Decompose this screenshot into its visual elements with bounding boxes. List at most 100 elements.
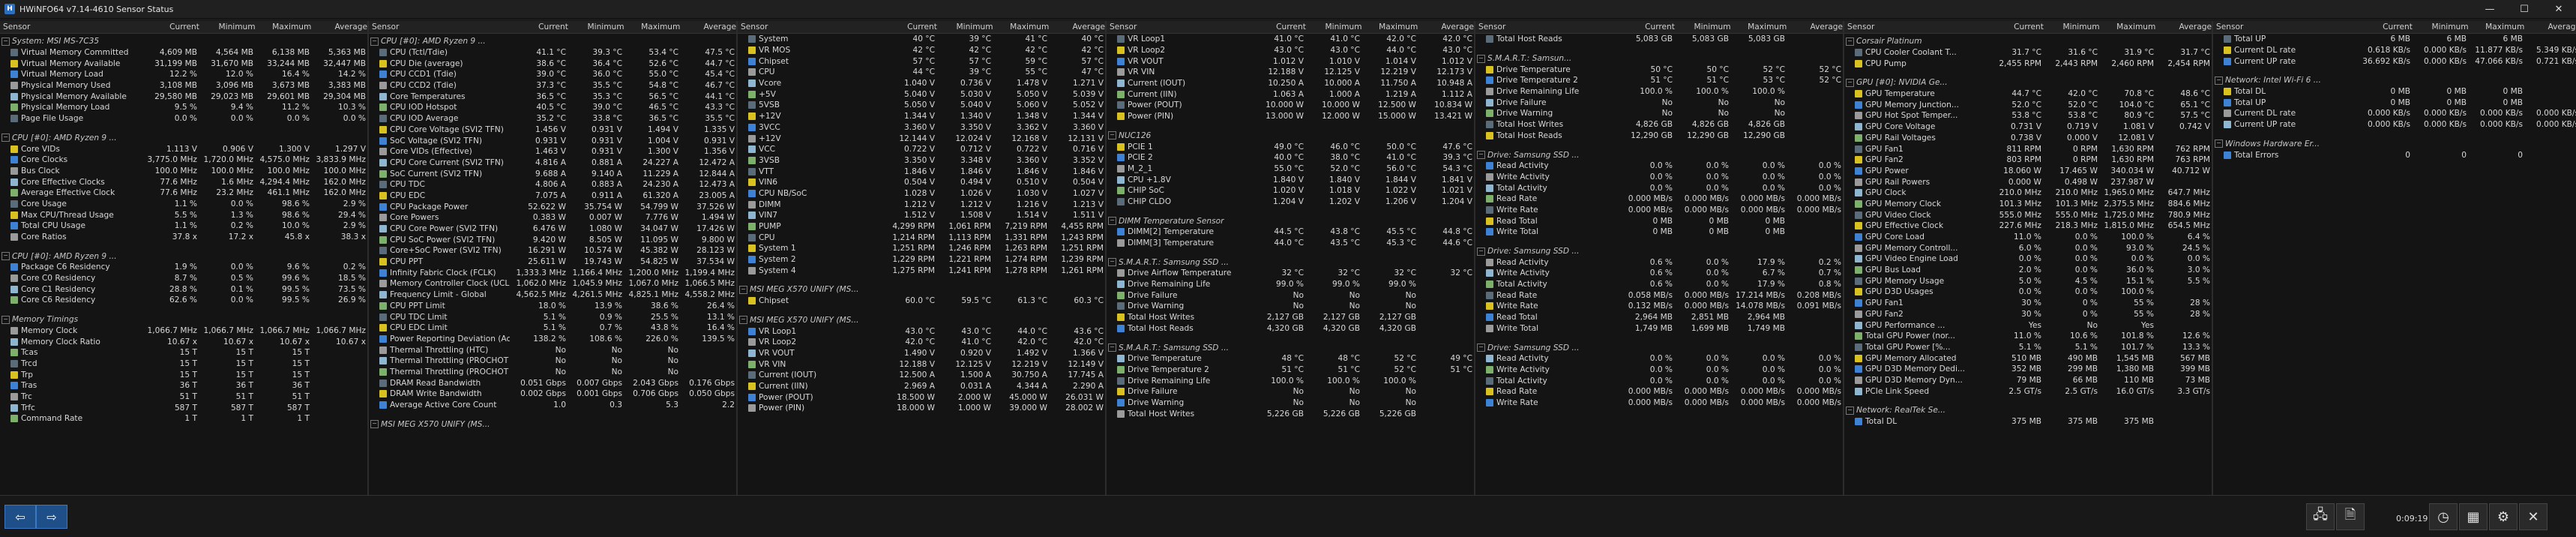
sensor-row[interactable]: CPU (Tctl/Tdie) 41.1 °C 39.3 °C 53.4 °C 47.5… bbox=[369, 47, 736, 58]
sensor-row[interactable]: Drive Warning No No No bbox=[1475, 108, 1843, 119]
sensor-row[interactable]: GPU Video Clock 555.0 MHz 555.0 MHz 1,725.0… bbox=[1844, 209, 2212, 220]
column-average-header[interactable]: Average bbox=[1418, 22, 1474, 32]
sensor-row[interactable]: Virtual Memory Available 31,199 MB 31,670 … bbox=[0, 58, 367, 69]
sensor-row[interactable]: Current DL rate 0.000 KB/s 0.000 KB/s 0.000… bbox=[2213, 108, 2576, 119]
column-current-header[interactable]: Current bbox=[1250, 22, 1306, 32]
column-average-header[interactable]: Average bbox=[680, 22, 736, 32]
navigate-right-button[interactable]: ⇨ bbox=[36, 505, 67, 529]
column-current-header[interactable]: Current bbox=[2356, 22, 2413, 32]
sensor-row[interactable]: Read Rate 0.058 MB/s 0.000 MB/s 17.214 MB/s… bbox=[1475, 290, 1843, 301]
sensor-group-header[interactable]: − MSI MEG X570 UNIFY (MS... bbox=[738, 284, 1105, 296]
sensor-row[interactable]: DRAM Read Bandwidth 0.051 Gbps 0.007 Gbps 2… bbox=[369, 377, 736, 388]
collapse-icon[interactable]: − bbox=[1108, 344, 1116, 352]
sensor-group-header[interactable]: − MSI MEG X570 UNIFY (MS... bbox=[369, 418, 736, 430]
collapse-icon[interactable]: − bbox=[370, 420, 379, 429]
sensor-row[interactable]: Total Errors 0 0 0 bbox=[2213, 149, 2576, 160]
sensor-row[interactable]: VR VIN 12.188 V 12.125 V 12.219 V 12.149 V bbox=[738, 358, 1105, 370]
collapse-icon[interactable]: − bbox=[1108, 258, 1116, 267]
sensor-group-header[interactable]: − S.M.A.R.T.: Samsung SSD ... bbox=[1107, 256, 1474, 268]
sensor-row[interactable]: Total Host Writes 4,826 GB 4,826 GB 4,826 G… bbox=[1475, 119, 1843, 130]
sensor-row[interactable]: M_2_1 55.0 °C 52.0 °C 56.0 °C 54.3 °C bbox=[1107, 164, 1474, 175]
sensor-row[interactable]: Total GPU Power [%... 5.1 % 5.1 % 101.7 % 13… bbox=[1844, 342, 2212, 353]
minimize-button[interactable]: — bbox=[2473, 0, 2507, 18]
collapse-icon[interactable]: − bbox=[2215, 140, 2223, 148]
collapse-icon[interactable]: − bbox=[1108, 217, 1116, 226]
navigate-left-button[interactable]: ⇦ bbox=[4, 505, 36, 529]
sensor-row[interactable]: Total Host Reads 5,083 GB 5,083 GB 5,083 GB bbox=[1475, 34, 1843, 45]
sensor-row[interactable]: Physical Memory Used 3,108 MB 3,096 MB 3,67… bbox=[0, 80, 367, 92]
sensor-row[interactable]: SoC Voltage (SVI2 TFN) 0.931 V 0.931 V 1.00… bbox=[369, 135, 736, 146]
sensor-row[interactable]: VIN6 0.504 V 0.494 V 0.510 V 0.504 V bbox=[738, 177, 1105, 188]
column-maximum-header[interactable]: Maximum bbox=[2100, 22, 2155, 32]
sensor-row[interactable]: Drive Warning No No No bbox=[1107, 301, 1474, 312]
sensor-row[interactable]: Drive Remaining Life 100.0 % 100.0 % 100.0 … bbox=[1475, 86, 1843, 98]
sensor-row[interactable]: Total Host Writes 5,226 GB 5,226 GB 5,226 G… bbox=[1107, 408, 1474, 419]
sensor-row[interactable]: Read Total 2,964 MB 2,851 MB 2,964 MB bbox=[1475, 312, 1843, 323]
sensor-row[interactable]: Read Rate 0.000 MB/s 0.000 MB/s 0.000 MB/s 0… bbox=[1475, 386, 1843, 398]
sensor-row[interactable]: GPU Memory Clock 101.3 MHz 101.3 MHz 2,375.… bbox=[1844, 199, 2212, 210]
sensor-row[interactable]: Total UP 0 MB 0 MB 0 MB bbox=[2213, 97, 2576, 108]
sensor-row[interactable]: Read Total 0 MB 0 MB 0 MB bbox=[1475, 215, 1843, 226]
sensor-row[interactable]: Chipset 60.0 °C 59.5 °C 61.3 °C 60.3 °C bbox=[738, 296, 1105, 307]
sensor-row[interactable]: CPU EDC 7.075 A 0.911 A 61.320 A 23.005 A bbox=[369, 190, 736, 202]
sensor-row[interactable]: DIMM[3] Temperature 44.0 °C 43.5 °C 45.3 °C… bbox=[1107, 238, 1474, 249]
sensor-row[interactable]: CHIP CLDO 1.204 V 1.202 V 1.206 V 1.204 V bbox=[1107, 196, 1474, 208]
sensor-group-header[interactable]: − S.M.A.R.T.: Samsun... bbox=[1475, 53, 1843, 64]
sensor-row[interactable]: CPU Cooler Coolant T... 31.7 °C 31.6 °C 31.… bbox=[1844, 47, 2212, 58]
sensor-row[interactable]: System 1 1,251 RPM 1,246 RPM 1,263 RPM 1,251… bbox=[738, 243, 1105, 254]
sensor-row[interactable]: Power (POUT) 18.500 W 2.000 W 45.000 W 26.03… bbox=[738, 392, 1105, 403]
sensor-row[interactable]: VCC 0.722 V 0.712 V 0.722 V 0.716 V bbox=[738, 144, 1105, 155]
sensor-row[interactable]: Max CPU/Thread Usage 5.5 % 1.3 % 98.6 % 29.4… bbox=[0, 209, 367, 220]
column-minimum-header[interactable]: Minimum bbox=[937, 22, 993, 32]
sensor-row[interactable]: Drive Failure No No No bbox=[1107, 386, 1474, 398]
sensor-row[interactable]: Trcd 15 T 15 T 15 T bbox=[0, 358, 367, 370]
sensor-row[interactable]: Core VIDs (Effective) 1.463 V 0.931 V 1.300… bbox=[369, 146, 736, 158]
column-sensor-header[interactable]: Sensor bbox=[2213, 22, 2356, 32]
sensor-row[interactable]: Power Reporting Deviation (Accuracy)138.… bbox=[369, 334, 736, 345]
sensor-row[interactable]: CPU Package Power 52.622 W 35.754 W 54.799 … bbox=[369, 201, 736, 212]
sensor-row[interactable]: Chipset 57 °C 57 °C 59 °C 57 °C bbox=[738, 56, 1105, 67]
sensor-row[interactable]: GPU Core Voltage 0.731 V 0.719 V 1.081 V 0.7… bbox=[1844, 122, 2212, 133]
sensor-row[interactable]: Read Activity 0.0 % 0.0 % 0.0 % 0.0 % bbox=[1475, 160, 1843, 172]
sensor-row[interactable]: Virtual Memory Load 12.2 % 12.0 % 16.4 % 14.… bbox=[0, 69, 367, 80]
column-sensor-header[interactable]: Sensor bbox=[1475, 22, 1619, 32]
sensor-row[interactable]: Write Total 0 MB 0 MB 0 MB bbox=[1475, 226, 1843, 238]
sensor-row[interactable]: Thermal Throttling (PROCHOT CPU)NoNoNo bbox=[369, 356, 736, 367]
sensor-row[interactable]: CPU CCD2 (Tdie) 37.3 °C 35.5 °C 54.8 °C 46.7… bbox=[369, 80, 736, 92]
sensor-row[interactable]: GPU Fan2 803 RPM 0 RPM 1,630 RPM 763 RPM bbox=[1844, 154, 2212, 166]
sensor-row[interactable]: Frequency Limit - Global 4,562.5 MHz 4,261… bbox=[369, 290, 736, 301]
sensor-group-header[interactable]: − MSI MEG X570 UNIFY (MS... bbox=[738, 315, 1105, 326]
sensor-group-header[interactable]: − GPU [#0]: NVIDIA Ge... bbox=[1844, 77, 2212, 88]
sensor-group-header[interactable]: − Drive: Samsung SSD ... bbox=[1475, 149, 1843, 160]
column-maximum-header[interactable]: Maximum bbox=[2469, 22, 2524, 32]
sensor-row[interactable]: GPU D3D Memory Dedi... 352 MB 299 MB 1,380 … bbox=[1844, 364, 2212, 375]
sensor-row[interactable]: Write Activity 0.6 % 0.0 % 6.7 % 0.7 % bbox=[1475, 268, 1843, 279]
sensor-row[interactable]: System 4 1,275 RPM 1,241 RPM 1,278 RPM 1,261… bbox=[738, 265, 1105, 276]
sensor-row[interactable]: CPU 44 °C 39 °C 55 °C 47 °C bbox=[738, 67, 1105, 78]
sensor-row[interactable]: Total Activity 0.6 % 0.0 % 17.9 % 0.8 % bbox=[1475, 279, 1843, 290]
sensor-row[interactable]: System 2 1,229 RPM 1,221 RPM 1,274 RPM 1,239… bbox=[738, 254, 1105, 266]
column-maximum-header[interactable]: Maximum bbox=[1362, 22, 1418, 32]
sensor-row[interactable]: PCIE 2 40.0 °C 38.0 °C 41.0 °C 39.3 °C bbox=[1107, 152, 1474, 164]
sensor-group-header[interactable]: − S.M.A.R.T.: Samsung SSD ... bbox=[1107, 342, 1474, 353]
sensor-row[interactable]: +12V 12.144 V 12.024 V 12.168 V 12.131 V bbox=[738, 133, 1105, 144]
sensor-row[interactable]: Power (POUT) 10.000 W 10.000 W 12.500 W 10.8… bbox=[1107, 100, 1474, 111]
sensor-row[interactable]: Write Total 1,749 MB 1,699 MB 1,749 MB bbox=[1475, 323, 1843, 334]
sensor-row[interactable]: GPU Performance ... Yes No Yes bbox=[1844, 320, 2212, 331]
sensor-row[interactable]: GPU Fan2 30 % 0 % 55 % 28 % bbox=[1844, 309, 2212, 320]
collapse-icon[interactable]: − bbox=[1, 134, 10, 142]
sensor-group-header[interactable]: − Memory Timings bbox=[0, 314, 367, 326]
sensor-row[interactable]: CHIP SoC 1.020 V 1.018 V 1.022 V 1.021 V bbox=[1107, 185, 1474, 196]
sensor-row[interactable]: Write Rate 0.000 MB/s 0.000 MB/s 0.000 MB/s… bbox=[1475, 205, 1843, 216]
maximize-button[interactable]: ☐ bbox=[2507, 0, 2542, 18]
sensor-row[interactable]: Memory Clock Ratio 10.67 x 10.67 x 10.67 x1… bbox=[0, 336, 367, 347]
sensor-row[interactable]: CPU Core Power (SVI2 TFN) 6.476 W 1.080 W3… bbox=[369, 224, 736, 235]
sensor-group-header[interactable]: − Drive: Samsung SSD ... bbox=[1475, 342, 1843, 353]
sensor-group-header[interactable]: − Network: Intel Wi-Fi 6 ... bbox=[2213, 75, 2576, 86]
sensor-row[interactable]: VR Loop2 42.0 °C 41.0 °C 42.0 °C 42.0 °C bbox=[738, 337, 1105, 348]
sensor-row[interactable]: 3VCC 3.360 V 3.350 V 3.362 V 3.360 V bbox=[738, 122, 1105, 134]
sensor-row[interactable]: Total DL 0 MB 0 MB 0 MB bbox=[2213, 86, 2576, 98]
collapse-icon[interactable]: − bbox=[2215, 76, 2223, 85]
sensor-row[interactable]: Total Activity 0.0 % 0.0 % 0.0 % 0.0 % bbox=[1475, 375, 1843, 386]
collapse-icon[interactable]: − bbox=[1, 252, 10, 261]
